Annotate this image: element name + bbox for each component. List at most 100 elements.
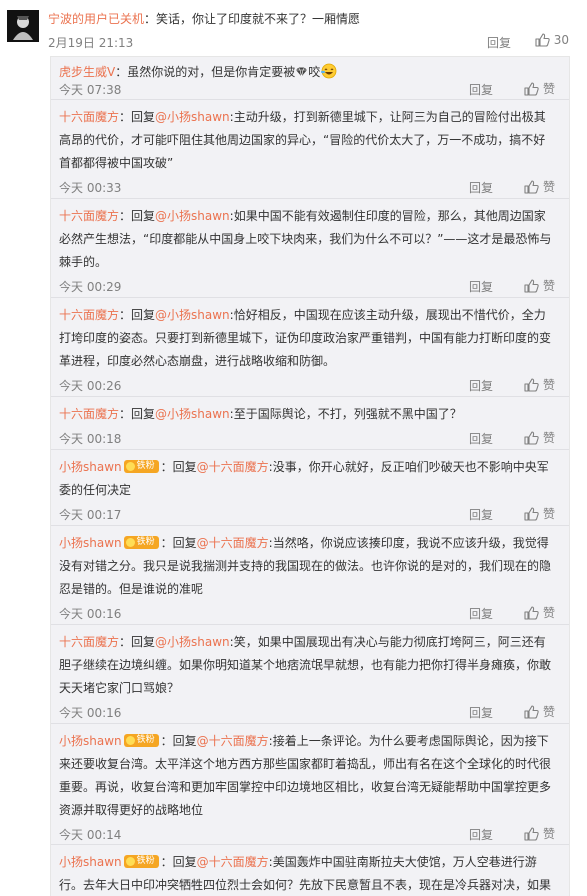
reply-text: 小扬shawn 铁粉 ：回复@十六面魔方:没事，你开心就好，反正咱们吵破天也不影响中… xyxy=(59,450,557,502)
main-comment-content: 笑话，你让了印度就不来了？一厢情愿 xyxy=(156,12,361,26)
reply-button[interactable]: 回复 xyxy=(469,377,493,394)
reply-time: 今天 00:16 xyxy=(59,706,122,720)
like-label: 赞 xyxy=(542,180,555,194)
like-label: 赞 xyxy=(542,279,555,293)
reply-user[interactable]: 十六面魔方 xyxy=(59,209,119,223)
fan-badge-icon: 铁粉 xyxy=(123,536,159,549)
thumb-up-icon xyxy=(524,179,539,194)
reply-time: 今天 00:33 xyxy=(59,181,122,195)
reply-text: 十六面魔方：回复@小扬shawn:至于国际舆论，不打，列强就不黑中国了？ xyxy=(59,397,557,426)
reply-time: 今天 00:29 xyxy=(59,280,122,294)
reply-time: 今天 00:26 xyxy=(59,379,122,393)
separator: ： xyxy=(144,12,157,26)
like-label: 赞 xyxy=(542,705,555,719)
reply-button[interactable]: 回复 xyxy=(469,826,493,843)
reply-meta: 今天 00:16 回复 赞 xyxy=(59,701,557,723)
reply-text: 小扬shawn 铁粉 ：回复@十六面魔方:美国轰炸中国驻南斯拉夫大使馆，万人空巷进行… xyxy=(59,845,557,896)
reply-text: 十六面魔方：回复@小扬shawn:主动升级，打到新德里城下，让阿三为自己的冒险付… xyxy=(59,100,557,175)
reply-time: 今天 00:17 xyxy=(59,508,122,522)
reply-meta: 今天 00:17 回复 赞 xyxy=(59,503,557,525)
thumb-up-icon xyxy=(524,81,539,96)
mention-link[interactable]: @十六面魔方 xyxy=(197,460,269,474)
mention-link[interactable]: @十六面魔方 xyxy=(197,536,269,550)
reply-button[interactable]: 回复 xyxy=(469,704,493,721)
reply-meta: 今天 00:14 回复 赞 xyxy=(59,823,557,845)
mention-link[interactable]: @小扬shawn xyxy=(155,209,230,223)
main-comment-user[interactable]: 宁波的用户已关机 xyxy=(48,12,144,26)
reply-item: 十六面魔方：回复@小扬shawn:恰好相反，中国现在应该主动升级，展现出不惜代价… xyxy=(51,298,569,397)
reply-time: 今天 07:38 xyxy=(59,83,122,97)
reply-button[interactable]: 回复 xyxy=(469,179,493,196)
like-button[interactable]: 赞 xyxy=(524,178,555,195)
main-reply-button[interactable]: 回复 xyxy=(487,34,511,51)
main-like-count: 30 xyxy=(553,33,569,47)
reply-item: 小扬shawn 铁粉 ：回复@十六面魔方:接着上一条评论。为什么要考虑国际舆论，因为… xyxy=(51,724,569,845)
reply-user[interactable]: 小扬shawn xyxy=(59,734,122,748)
reply-item: 十六面魔方：回复@小扬shawn:如果中国不能有效遏制住印度的冒险，那么，其他周… xyxy=(51,199,569,298)
reply-meta: 今天 00:29 回复 赞 xyxy=(59,275,557,297)
like-label: 赞 xyxy=(542,507,555,521)
thumb-up-icon xyxy=(524,605,539,620)
reply-button[interactable]: 回复 xyxy=(469,81,493,98)
mention-link[interactable]: @小扬shawn xyxy=(155,407,230,421)
reply-user[interactable]: 十六面魔方 xyxy=(59,308,119,322)
like-button[interactable]: 赞 xyxy=(524,376,555,393)
like-button[interactable]: 赞 xyxy=(524,80,555,97)
like-button[interactable]: 赞 xyxy=(524,703,555,720)
reply-user[interactable]: 小扬shawn xyxy=(59,855,122,869)
reply-button[interactable]: 回复 xyxy=(469,506,493,523)
like-button[interactable]: 赞 xyxy=(524,825,555,842)
reply-item: 十六面魔方：回复@小扬shawn:至于国际舆论，不打，列强就不黑中国了？ 今天 … xyxy=(51,397,569,450)
reply-item: 十六面魔方：回复@小扬shawn:笑，如果中国展现出有决心与能力彻底打垮阿三，阿… xyxy=(51,625,569,724)
mention-link[interactable]: @十六面魔方 xyxy=(197,734,269,748)
like-label: 赞 xyxy=(542,82,555,96)
reply-prefix: ：回复 xyxy=(160,855,197,869)
reply-button[interactable]: 回复 xyxy=(469,605,493,622)
main-like-button[interactable]: 30 xyxy=(535,33,569,47)
mention-link[interactable]: @小扬shawn xyxy=(155,635,230,649)
avatar[interactable] xyxy=(7,10,39,42)
reply-user[interactable]: 小扬shawn xyxy=(59,536,122,550)
reply-button[interactable]: 回复 xyxy=(469,430,493,447)
laughing-emoji-icon xyxy=(321,63,337,79)
like-button[interactable]: 赞 xyxy=(524,429,555,446)
reply-prefix: ：回复 xyxy=(160,460,197,474)
fan-badge-icon: 铁粉 xyxy=(123,460,159,473)
main-comment-time: 2月19日 21:13 xyxy=(48,36,134,50)
mention-link[interactable]: @十六面魔方 xyxy=(197,855,269,869)
like-button[interactable]: 赞 xyxy=(524,604,555,621)
mention-link[interactable]: @小扬shawn xyxy=(155,110,230,124)
reply-prefix: ：回复 xyxy=(119,308,156,322)
thumb-up-icon xyxy=(524,506,539,521)
reply-prefix: ：回复 xyxy=(119,209,156,223)
reply-content-tail: 咬 xyxy=(308,65,321,79)
main-comment: 宁波的用户已关机：笑话，你让了印度就不来了？一厢情愿 2月19日 21:13 回… xyxy=(0,0,587,56)
mention-link[interactable]: @小扬shawn xyxy=(155,308,230,322)
like-button[interactable]: 赞 xyxy=(524,277,555,294)
reply-user[interactable]: 十六面魔方 xyxy=(59,635,119,649)
thumb-up-icon xyxy=(524,704,539,719)
reply-content: 至于国际舆论，不打，列强就不黑中国了？ xyxy=(233,407,462,421)
reply-item: 小扬shawn 铁粉 ：回复@十六面魔方:美国轰炸中国驻南斯拉夫大使馆，万人空巷进行… xyxy=(51,845,569,896)
thumb-up-icon xyxy=(524,826,539,841)
reply-item: 小扬shawn 铁粉 ：回复@十六面魔方:当然咯，你说应该揍印度，我说不应该升级，我… xyxy=(51,526,569,625)
reply-button[interactable]: 回复 xyxy=(469,278,493,295)
reply-prefix: ：回复 xyxy=(119,407,156,421)
separator: ： xyxy=(115,65,128,79)
weibo-comment-thread: 宁波的用户已关机：笑话，你让了印度就不来了？一厢情愿 2月19日 21:13 回… xyxy=(0,0,587,896)
reply-user[interactable]: 小扬shawn xyxy=(59,460,122,474)
reply-text: 小扬shawn 铁粉 ：回复@十六面魔方:当然咯，你说应该揍印度，我说不应该升级，我… xyxy=(59,526,557,601)
like-button[interactable]: 赞 xyxy=(524,505,555,522)
main-comment-text: 宁波的用户已关机：笑话，你让了印度就不来了？一厢情愿 xyxy=(48,11,577,27)
reply-user[interactable]: 十六面魔方 xyxy=(59,407,119,421)
reply-user[interactable]: 虎步生威V xyxy=(59,65,115,79)
reply-user[interactable]: 十六面魔方 xyxy=(59,110,119,124)
thumb-up-icon xyxy=(535,33,550,47)
reply-item: 小扬shawn 铁粉 ：回复@十六面魔方:没事，你开心就好，反正咱们吵破天也不影响中… xyxy=(51,450,569,526)
reply-time: 今天 00:14 xyxy=(59,828,122,842)
diamond-icon xyxy=(296,67,308,77)
reply-list: 虎步生威V：虽然你说的对，但是你肯定要被咬 今天 07:38 回复 赞 十六面魔… xyxy=(50,56,570,896)
reply-meta: 今天 00:16 回复 赞 xyxy=(59,602,557,624)
thumb-up-icon xyxy=(524,278,539,293)
reply-prefix: ：回复 xyxy=(119,635,156,649)
